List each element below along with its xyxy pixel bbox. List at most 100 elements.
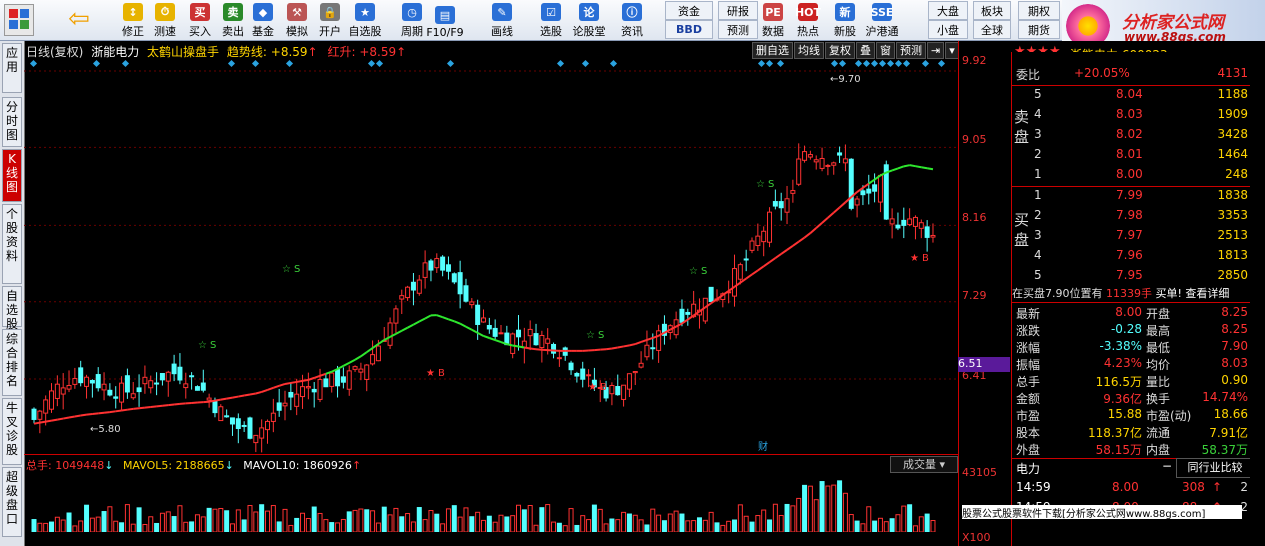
left-tab[interactable]: 综合排名: [2, 329, 22, 396]
toolbar-small-button[interactable]: 预测: [718, 20, 758, 39]
candle: [224, 415, 230, 418]
stat-cell: 开盘: [1146, 307, 1171, 321]
sell-row[interactable]: 4 8.03 1909: [1012, 107, 1252, 127]
toolbar-button-label: 开户: [319, 25, 341, 38]
buy-row[interactable]: 1 7.99 1838: [1012, 188, 1252, 208]
candle: [282, 402, 288, 407]
window-layout-icon[interactable]: [4, 4, 34, 36]
candle: [31, 408, 37, 420]
buy-row[interactable]: 2 7.98 3353: [1012, 208, 1252, 228]
trade-cell: 308: [1182, 480, 1205, 494]
stat-cell: 外盘: [1016, 443, 1041, 457]
star-list-icon: ★: [355, 3, 375, 21]
left-tab[interactable]: K线图: [2, 149, 22, 202]
discussion-button[interactable]: 论论股堂: [569, 1, 609, 39]
candle: [241, 424, 247, 427]
volume-bar: [819, 481, 825, 532]
left-tab[interactable]: 个股资料: [2, 204, 22, 284]
toolbar-small-button[interactable]: 期权: [1018, 1, 1060, 20]
big-order-alert[interactable]: 在买盘7.90位置有 11339手 买单! 查看详细: [1012, 285, 1252, 301]
trend-line-segment: [629, 343, 636, 347]
chart-tab[interactable]: 删自选: [752, 42, 793, 59]
chart-tab[interactable]: 复权: [825, 42, 855, 59]
candlestick-chart[interactable]: ☆ S☆ S☆ S☆ S☆ S★ B★ B★ B←9.70←5.80财: [24, 58, 958, 454]
chart-tab[interactable]: 叠: [856, 42, 875, 59]
trend-line-segment: [33, 421, 41, 425]
sell-row[interactable]: 5 8.04 1188: [1012, 87, 1252, 107]
trend-line-segment: [751, 269, 759, 276]
chart-tab[interactable]: 均线: [794, 42, 824, 59]
signal-diamond-icon: [92, 59, 101, 68]
checklist-button[interactable]: ☑ 选股: [531, 1, 571, 39]
toolbar-button-label: 模拟: [286, 25, 308, 38]
buy-signal-label: B: [922, 253, 929, 264]
left-tab[interactable]: 超级盘口: [2, 467, 22, 537]
chart-tab[interactable]: ⇥: [927, 42, 945, 59]
left-tab[interactable]: 分时图: [2, 97, 22, 147]
buy-row[interactable]: 3 7.97 2513: [1012, 228, 1252, 248]
trend-line-segment: [424, 314, 432, 320]
stopwatch-button[interactable]: ⏱ 测速: [145, 1, 185, 39]
volume-bar: [720, 524, 726, 532]
s-star-icon: ☆: [756, 179, 765, 190]
price-tick-label: 8.16: [962, 211, 987, 224]
candle: [475, 304, 481, 325]
sell-row[interactable]: 2 8.01 1464: [1012, 147, 1252, 167]
toolbar-small-button[interactable]: 板块: [973, 1, 1011, 20]
sell-row[interactable]: 3 8.02 3428: [1012, 127, 1252, 147]
toolbar-small-button[interactable]: 资金: [665, 1, 713, 20]
candle: [743, 258, 749, 261]
period-label[interactable]: 日线(复权): [26, 45, 83, 59]
toolbar-small-button[interactable]: 研报: [718, 1, 758, 20]
pen-button[interactable]: ✎ 画线: [482, 1, 522, 39]
price-tick-label: 9.05: [962, 133, 987, 146]
candle: [229, 417, 235, 425]
discussion-icon: 论: [579, 3, 599, 21]
toolbar-small-button[interactable]: 全球: [973, 20, 1011, 39]
hk-connect-button[interactable]: SSE 沪港通: [862, 1, 902, 39]
trend-line-segment: [827, 211, 835, 219]
chart-tab[interactable]: ▾: [945, 42, 959, 59]
buy-row[interactable]: 4 7.96 1813: [1012, 248, 1252, 268]
sell-signal-label: S: [768, 179, 774, 190]
left-tab[interactable]: 自选股: [2, 286, 22, 331]
toolbar-small-button[interactable]: 小盘: [928, 20, 968, 39]
candle: [796, 158, 802, 185]
industry-compare-tab[interactable]: 同行业比较: [1176, 458, 1254, 478]
toolbar-small-button[interactable]: 期货: [1018, 20, 1060, 39]
left-tab[interactable]: 牛叉诊股: [2, 398, 22, 465]
candle: [352, 366, 358, 370]
back-arrow-icon[interactable]: ⇦: [62, 4, 96, 34]
chart-tab[interactable]: 窗: [876, 42, 895, 59]
candle: [405, 286, 411, 299]
volume-tab[interactable]: 成交量 ▾: [890, 456, 958, 473]
volume-bar: [31, 519, 37, 532]
volume-bar: [527, 505, 533, 532]
candle: [685, 311, 691, 315]
toolbar-small-button[interactable]: BBD: [665, 20, 713, 39]
new-stock-button[interactable]: 新新股: [825, 1, 865, 39]
chart-tab[interactable]: 预测: [896, 42, 926, 59]
volume-bar: [165, 511, 171, 532]
hot-button[interactable]: HOT 热点: [788, 1, 828, 39]
industry-tab[interactable]: 电力: [1016, 460, 1040, 477]
star-list-button[interactable]: ★ 自选股: [345, 1, 385, 39]
volume-bar: [434, 513, 440, 532]
volume-bar: [124, 504, 130, 532]
candle: [457, 272, 463, 295]
mavol10: 1860926: [302, 459, 352, 472]
pe-button[interactable]: PE 数据: [753, 1, 793, 39]
alert-link[interactable]: 查看详细: [1185, 287, 1229, 300]
mavol5: 2188665: [175, 459, 225, 472]
volume-chart[interactable]: [24, 472, 958, 532]
toolbar-small-button[interactable]: 大盘: [928, 1, 968, 20]
indicator-name[interactable]: 太鹤山操盘手: [147, 45, 219, 59]
candle: [89, 380, 95, 384]
lock-button[interactable]: 🔒 开户: [310, 1, 350, 39]
candle: [854, 198, 860, 206]
sell-row[interactable]: 1 8.00 248: [1012, 167, 1252, 187]
left-tab[interactable]: 应用: [2, 43, 22, 93]
candle: [516, 329, 522, 338]
document-button[interactable]: ▤ F10/F9: [425, 1, 465, 39]
info-button[interactable]: ⓘ 资讯: [612, 1, 652, 39]
